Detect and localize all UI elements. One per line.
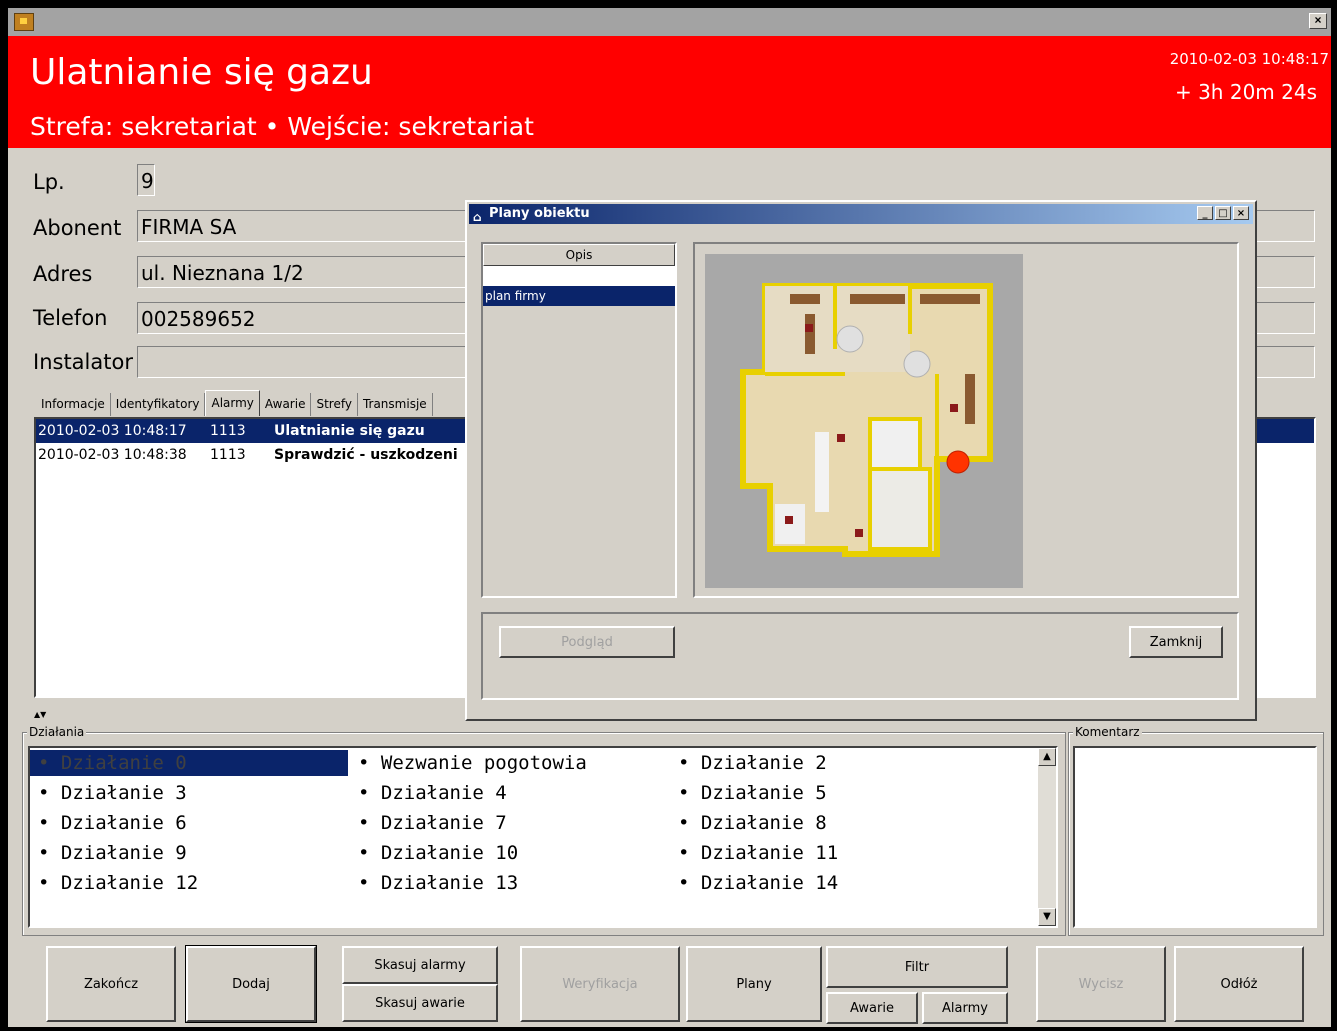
action-item[interactable]: • Działanie 5 bbox=[670, 780, 827, 806]
filtr-button[interactable]: Filtr bbox=[826, 946, 1008, 988]
skasuj-alarmy-button[interactable]: Skasuj alarmy bbox=[342, 946, 498, 984]
actions-group-label: Działania bbox=[27, 725, 87, 739]
action-item[interactable]: • Działanie 11 bbox=[670, 840, 838, 866]
action-item[interactable]: • Działanie 10 bbox=[350, 840, 518, 866]
zakoncz-button[interactable]: Zakończ bbox=[46, 946, 176, 1022]
minimize-button[interactable]: _ bbox=[1197, 206, 1213, 220]
alarm-elapsed-time: + 3h 20m 24s bbox=[1174, 80, 1317, 104]
alarm-code-cell: 1113 bbox=[210, 447, 246, 463]
tab-awarie[interactable]: Awarie bbox=[260, 393, 312, 416]
alarm-header: Ulatnianie się gazu Strefa: sekretariat … bbox=[8, 36, 1331, 148]
house-icon: ⌂ bbox=[473, 210, 482, 224]
alarm-description-cell: Sprawdzić - uszkodzeni bbox=[274, 447, 458, 463]
plans-dialog: ⌂ Plany obiektu _ □ × Opis plan firmy Po… bbox=[465, 200, 1257, 721]
plan-list-item[interactable] bbox=[483, 266, 675, 286]
plan-list-header[interactable]: Opis bbox=[483, 244, 675, 266]
app-icon bbox=[14, 13, 34, 31]
comment-input[interactable] bbox=[1073, 746, 1317, 928]
details-tabs: Informacje Identyfikatory Alarmy Awarie … bbox=[36, 390, 433, 416]
abonent-label: Abonent bbox=[33, 216, 122, 240]
action-item[interactable]: • Działanie 7 bbox=[350, 810, 507, 836]
action-item[interactable]: • Działanie 12 bbox=[30, 870, 198, 896]
scroll-down-icon[interactable]: ▼ bbox=[1038, 908, 1056, 926]
dodaj-button[interactable]: Dodaj bbox=[185, 945, 317, 1023]
instalator-label: Instalator bbox=[33, 350, 133, 374]
filter-alarmy-button[interactable]: Alarmy bbox=[922, 992, 1008, 1024]
lp-field: 9 bbox=[137, 164, 155, 196]
tab-strefy[interactable]: Strefy bbox=[311, 393, 358, 416]
wycisz-button[interactable]: Wycisz bbox=[1036, 946, 1166, 1022]
app-window: × Ulatnianie się gazu Strefa: sekretaria… bbox=[8, 8, 1331, 1027]
weryfikacja-button[interactable]: Weryfikacja bbox=[520, 946, 680, 1022]
alarm-title: Ulatnianie się gazu bbox=[30, 52, 373, 93]
scroll-up-icon[interactable]: ▲ bbox=[1038, 748, 1056, 766]
alarm-code-cell: 1113 bbox=[210, 423, 246, 439]
tab-identyfikatory[interactable]: Identyfikatory bbox=[111, 393, 206, 416]
action-item[interactable]: • Wezwanie pogotowia bbox=[350, 750, 587, 776]
lp-label: Lp. bbox=[33, 170, 65, 194]
comment-group-label: Komentarz bbox=[1073, 725, 1142, 739]
action-item[interactable]: • Działanie 9 bbox=[30, 840, 187, 866]
actions-list[interactable]: • Działanie 0 • Wezwanie pogotowia • Dzi… bbox=[28, 746, 1058, 928]
action-item[interactable]: • Działanie 8 bbox=[670, 810, 827, 836]
tab-transmisje[interactable]: Transmisje bbox=[358, 393, 433, 416]
splitter-handle-icon[interactable]: ▲▼ bbox=[34, 711, 46, 719]
podglad-button[interactable]: Podgląd bbox=[499, 626, 675, 658]
tab-informacje[interactable]: Informacje bbox=[36, 393, 111, 416]
action-item[interactable]: • Działanie 3 bbox=[30, 780, 187, 806]
alarm-subtitle: Strefa: sekretariat • Wejście: sekretari… bbox=[30, 112, 534, 141]
title-bar: × bbox=[8, 8, 1331, 36]
zamknij-button[interactable]: Zamknij bbox=[1129, 626, 1223, 658]
action-item[interactable]: • Działanie 0 bbox=[30, 750, 348, 776]
floor-plan-image bbox=[705, 254, 1023, 588]
window-close-button[interactable]: × bbox=[1309, 13, 1327, 29]
dialog-title-bar[interactable]: ⌂ Plany obiektu _ □ × bbox=[469, 204, 1253, 224]
telefon-label: Telefon bbox=[33, 306, 108, 330]
plan-list-item[interactable]: plan firmy bbox=[483, 286, 675, 306]
skasuj-awarie-button[interactable]: Skasuj awarie bbox=[342, 984, 498, 1022]
action-item[interactable]: • Działanie 6 bbox=[30, 810, 187, 836]
maximize-button[interactable]: □ bbox=[1215, 206, 1231, 220]
plan-list[interactable]: Opis plan firmy bbox=[481, 242, 677, 598]
alarm-datetime: 2010-02-03 10:48:17 bbox=[1169, 50, 1329, 68]
dialog-close-button[interactable]: × bbox=[1233, 206, 1249, 220]
adres-label: Adres bbox=[33, 262, 93, 286]
dialog-title: Plany obiektu bbox=[489, 206, 590, 221]
plan-preview-panel bbox=[693, 242, 1239, 598]
alarm-description-cell: Ulatnianie się gazu bbox=[274, 423, 425, 439]
action-item[interactable]: • Działanie 13 bbox=[350, 870, 518, 896]
odloz-button[interactable]: Odłóż bbox=[1174, 946, 1304, 1022]
action-item[interactable]: • Działanie 4 bbox=[350, 780, 507, 806]
alarm-datetime-cell: 2010-02-03 10:48:38 bbox=[38, 447, 187, 463]
plany-button[interactable]: Plany bbox=[686, 946, 822, 1022]
actions-scrollbar[interactable]: ▲ ▼ bbox=[1038, 748, 1056, 926]
tab-alarmy[interactable]: Alarmy bbox=[205, 390, 260, 416]
action-item[interactable]: • Działanie 14 bbox=[670, 870, 838, 896]
filter-awarie-button[interactable]: Awarie bbox=[826, 992, 918, 1024]
dialog-button-area: Podgląd Zamknij bbox=[481, 612, 1239, 700]
action-item[interactable]: • Działanie 2 bbox=[670, 750, 827, 776]
alarm-datetime-cell: 2010-02-03 10:48:17 bbox=[38, 423, 187, 439]
